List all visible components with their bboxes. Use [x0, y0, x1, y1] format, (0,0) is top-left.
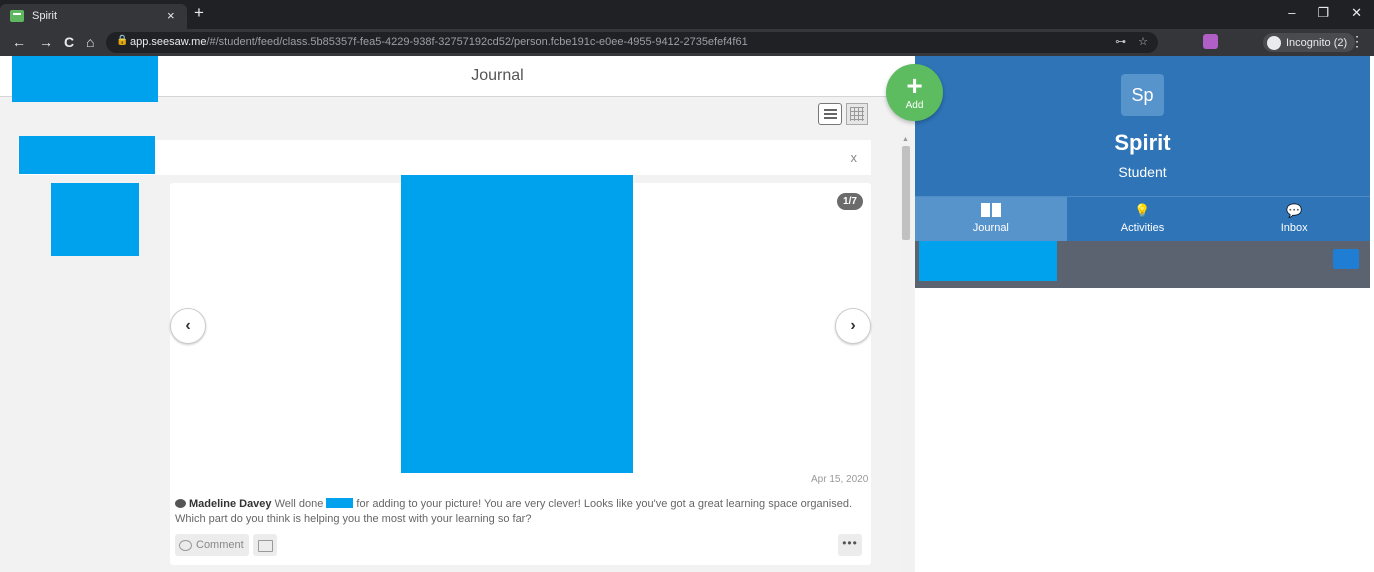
tab-title: Spirit: [32, 10, 58, 22]
url-path: /#/student/feed/class.5b85357f-fea5-4229…: [206, 36, 748, 48]
list-view-icon[interactable]: [818, 103, 842, 125]
comment-body-1: Well done: [271, 498, 327, 510]
browser-toolbar: ← → C ⌂ 🔒 app.seesaw.me/#/student/feed/c…: [0, 29, 1374, 56]
browser-menu-icon[interactable]: ⋮: [1350, 33, 1364, 50]
extension-icon[interactable]: [1203, 34, 1218, 49]
url-host: app.seesaw.me: [130, 36, 207, 48]
redacted-folder-filter[interactable]: [919, 241, 1057, 281]
student-name: Spirit: [1114, 130, 1171, 155]
incognito-label: Incognito (2): [1286, 36, 1348, 49]
new-tab-button[interactable]: +: [194, 3, 204, 23]
close-window-button[interactable]: ✕: [1351, 5, 1362, 21]
calendar-view-icon[interactable]: [846, 103, 868, 125]
comment-bubble-icon: [175, 499, 186, 508]
feed-scrollbar[interactable]: ▲: [900, 134, 912, 572]
banner-close-icon[interactable]: x: [851, 150, 858, 165]
page-counter-badge: 1/7: [837, 193, 863, 210]
address-bar[interactable]: 🔒 app.seesaw.me/#/student/feed/class.5b8…: [106, 32, 1158, 53]
incognito-badge[interactable]: Incognito (2): [1263, 33, 1356, 52]
bookmark-star-icon[interactable]: ☆: [1138, 35, 1148, 48]
avatar: Sp: [1121, 74, 1164, 116]
reload-button[interactable]: C: [64, 34, 74, 50]
comment-button-label: Comment: [196, 539, 244, 551]
tab-activities-label: Activities: [1120, 222, 1165, 234]
forward-button[interactable]: →: [39, 34, 53, 50]
redacted-banner-text: [19, 136, 155, 174]
comment-author: Madeline Davey: [189, 498, 272, 510]
view-toggle: [818, 103, 868, 125]
tab-inbox-label: Inbox: [1280, 222, 1308, 234]
lightbulb-icon: 💡: [1134, 203, 1151, 218]
next-page-button[interactable]: ›: [835, 308, 871, 344]
redacted-student-avatar: [51, 183, 139, 256]
incognito-icon: [1267, 35, 1281, 50]
back-button[interactable]: ←: [12, 34, 26, 50]
redacted-post-image[interactable]: [401, 175, 633, 473]
tab-journal[interactable]: Journal: [915, 197, 1067, 241]
minimize-button[interactable]: –: [1288, 5, 1295, 21]
chat-icon: 💬: [1286, 203, 1303, 218]
window-controls: – ❐ ✕: [1288, 5, 1362, 21]
key-icon[interactable]: ⊶: [1115, 35, 1126, 48]
seesaw-favicon-icon: [10, 10, 24, 22]
tab-close-icon[interactable]: ×: [167, 8, 175, 23]
tab-journal-label: Journal: [972, 222, 1009, 234]
plus-icon: +: [906, 70, 923, 101]
comment-button[interactable]: Comment: [175, 534, 249, 556]
seesaw-app: Journal x 1/7 ‹ › Apr 15, 2020 Madeline …: [0, 56, 1374, 572]
journal-feed-area: Journal x 1/7 ‹ › Apr 15, 2020 Madeline …: [0, 56, 915, 572]
book-icon: [980, 203, 1001, 217]
redacted-class-name[interactable]: [12, 56, 158, 102]
redacted-student-name: [326, 498, 354, 508]
browser-tab-strip: Spirit × + – ❐ ✕: [0, 0, 1374, 29]
scrollbar-thumb[interactable]: [902, 146, 910, 240]
profile-header: Sp Spirit Student: [915, 56, 1370, 196]
comment-icon: [179, 539, 192, 551]
post-date: Apr 15, 2020: [811, 474, 869, 485]
browser-tab[interactable]: Spirit ×: [0, 4, 187, 29]
more-options-button[interactable]: •••: [838, 534, 862, 556]
tab-inbox[interactable]: 💬 Inbox: [1218, 197, 1370, 241]
add-button-label: Add: [905, 100, 924, 111]
folders-bar: [915, 241, 1370, 288]
prev-page-button[interactable]: ‹: [170, 308, 206, 344]
tab-activities[interactable]: 💡 Activities: [1067, 197, 1219, 241]
add-button[interactable]: + Add: [886, 64, 943, 121]
folder-button[interactable]: [253, 534, 277, 556]
panel-tabs: Journal 💡 Activities 💬 Inbox: [915, 196, 1370, 241]
student-role: Student: [1118, 164, 1167, 180]
scroll-up-icon[interactable]: ▲: [902, 136, 909, 143]
folder-icon[interactable]: [1333, 249, 1359, 269]
lock-icon: 🔒: [116, 35, 129, 46]
restore-button[interactable]: ❐: [1317, 5, 1329, 21]
student-side-panel: Sp Spirit Student Journal 💡 Activities 💬…: [915, 56, 1374, 572]
comment-text: Madeline Davey Well done for adding to y…: [175, 497, 875, 527]
home-button[interactable]: ⌂: [86, 34, 94, 50]
url-text: app.seesaw.me/#/student/feed/class.5b853…: [130, 36, 748, 48]
